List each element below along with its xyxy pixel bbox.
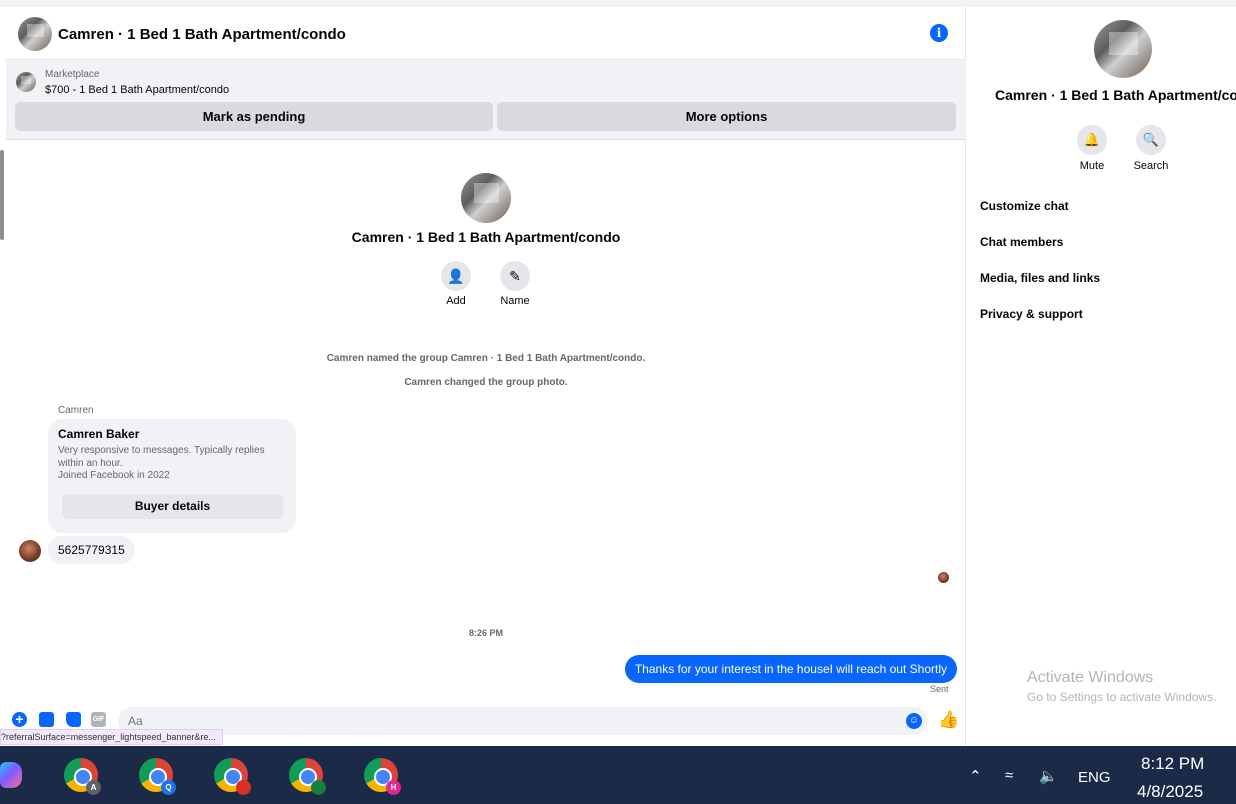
photo-icon[interactable]: [39, 712, 54, 727]
language-indicator[interactable]: ENG: [1078, 769, 1111, 786]
name-label: Name: [500, 295, 530, 307]
status-bar-url: ?referralSurface=messenger_lightspeed_ba…: [0, 729, 223, 745]
profile-badge: Q: [161, 780, 176, 795]
buyer-name: Camren Baker: [58, 427, 140, 441]
wifi-icon[interactable]: ≈: [1005, 767, 1013, 784]
read-receipt-avatar: [938, 572, 949, 583]
activate-windows-subtitle: Go to Settings to activate Windows.: [1027, 690, 1217, 704]
add-person-icon[interactable]: 👤: [441, 261, 471, 291]
sticker-icon[interactable]: [66, 712, 81, 727]
clock-time[interactable]: 8:12 PM: [1141, 754, 1204, 774]
emoji-icon[interactable]: ☺: [906, 713, 922, 729]
bell-icon[interactable]: 🔔: [1077, 125, 1107, 155]
add-label: Add: [446, 295, 466, 307]
info-icon[interactable]: i: [930, 24, 948, 42]
windows-taskbar: A Q H ⌃ ≈ 🔈 ENG 8:12 PM 4/8/2025: [0, 746, 1236, 804]
buyer-details-button[interactable]: Buyer details: [62, 494, 283, 519]
listing-thumbnail: [16, 72, 36, 92]
sender-name: Camren: [58, 405, 94, 416]
copilot-icon[interactable]: [0, 762, 22, 788]
outgoing-message[interactable]: Thanks for your interest in the houseI w…: [624, 655, 957, 683]
more-options-button[interactable]: More options: [497, 102, 956, 131]
activate-windows-title: Activate Windows: [1027, 669, 1154, 686]
left-scrollbar[interactable]: [0, 150, 4, 240]
thumbs-up-icon[interactable]: 👍: [938, 710, 959, 730]
mark-pending-button[interactable]: Mark as pending: [15, 102, 493, 131]
mute-label: Mute: [1079, 160, 1105, 172]
search-label: Search: [1133, 160, 1169, 172]
chat-pane: Camren · 1 Bed 1 Bath Apartment/condo i …: [6, 7, 966, 746]
incoming-message[interactable]: 5625779315: [48, 536, 135, 564]
buyer-description: Very responsive to messages. Typically r…: [58, 445, 265, 469]
marketplace-label: Marketplace: [45, 69, 100, 80]
messenger-window: Camren · 1 Bed 1 Bath Apartment/condo i …: [0, 0, 1236, 804]
panel-group-avatar: [1094, 20, 1152, 78]
chevron-up-icon[interactable]: ⌃: [969, 767, 982, 785]
profile-badge: A: [86, 780, 101, 795]
chrome-profile-icon[interactable]: [289, 758, 326, 795]
chrome-profile-icon[interactable]: A: [64, 758, 101, 795]
chrome-profile-icon[interactable]: [214, 758, 251, 795]
panel-item-privacy-support[interactable]: Privacy & support: [980, 307, 1083, 321]
message-timestamp: 8:26 PM: [468, 628, 503, 638]
sender-avatar[interactable]: [19, 540, 41, 562]
message-input[interactable]: [118, 707, 928, 735]
profile-badge: [311, 780, 326, 795]
sent-status: Sent: [930, 684, 949, 694]
plus-icon[interactable]: +: [12, 712, 27, 727]
panel-title: Camren · 1 Bed 1 Bath Apartment/condo: [995, 87, 1236, 103]
intro-title: Camren · 1 Bed 1 Bath Apartment/condo: [351, 229, 621, 245]
buyer-joined: Joined Facebook in 2022: [58, 470, 170, 481]
chrome-profile-icon[interactable]: Q: [139, 758, 176, 795]
profile-badge: H: [386, 780, 401, 795]
system-message: Camren changed the group photo.: [404, 377, 568, 388]
top-strip: [0, 0, 1236, 7]
chat-info-panel: Camren · 1 Bed 1 Bath Apartment/condo 🔔 …: [967, 7, 1236, 746]
speaker-icon[interactable]: 🔈: [1039, 767, 1058, 785]
search-icon[interactable]: 🔍: [1136, 125, 1166, 155]
marketplace-banner: Marketplace $700 - 1 Bed 1 Bath Apartmen…: [6, 60, 966, 140]
panel-item-customize-chat[interactable]: Customize chat: [980, 199, 1069, 213]
pencil-icon[interactable]: ✎: [500, 261, 530, 291]
listing-title[interactable]: $700 - 1 Bed 1 Bath Apartment/condo: [45, 84, 229, 96]
chat-header: Camren · 1 Bed 1 Bath Apartment/condo i: [6, 7, 966, 60]
gif-icon[interactable]: GIF: [91, 712, 106, 727]
buyer-card: Camren Baker Very responsive to messages…: [48, 419, 296, 533]
group-avatar[interactable]: [18, 17, 52, 51]
system-message: Camren named the group Camren · 1 Bed 1 …: [326, 353, 646, 364]
panel-item-chat-members[interactable]: Chat members: [980, 235, 1063, 249]
intro-group-avatar: [461, 173, 511, 223]
chat-title[interactable]: Camren · 1 Bed 1 Bath Apartment/condo: [58, 26, 346, 43]
clock-date[interactable]: 4/8/2025: [1137, 782, 1203, 802]
profile-badge: [236, 780, 251, 795]
chrome-profile-icon[interactable]: H: [364, 758, 401, 795]
panel-item-media-files-links[interactable]: Media, files and links: [980, 271, 1100, 285]
